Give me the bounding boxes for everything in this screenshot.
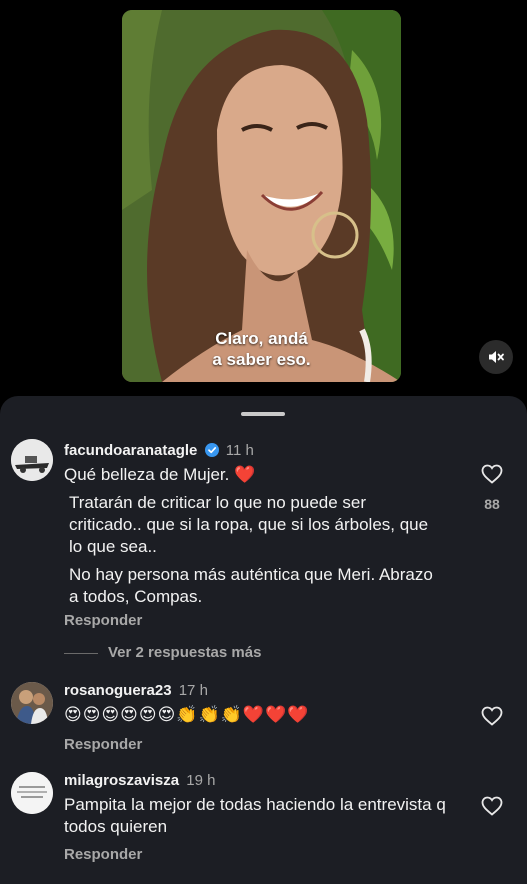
caption-line-2: a saber eso. <box>212 350 311 369</box>
avatar-image <box>11 682 53 724</box>
drag-handle[interactable] <box>241 412 285 416</box>
caption-line-1: Claro, andá <box>215 329 308 348</box>
like-count: 88 <box>484 496 500 512</box>
heart-icon[interactable] <box>480 704 504 728</box>
comment-text-2: Tratarán de criticar lo que no puede ser… <box>69 493 429 556</box>
comment-item: rosanoguera23 17 h 😍😍😍😍😍😍👏👏👏❤️❤️❤️ Respo… <box>0 682 527 762</box>
comment-text: 😍😍😍😍😍😍👏👏👏❤️❤️❤️ <box>64 705 310 724</box>
heart-icon[interactable] <box>480 462 504 486</box>
username[interactable]: rosanoguera23 <box>64 682 172 699</box>
comment-time: 19 h <box>186 772 216 789</box>
video-area: Claro, andá a saber eso. <box>0 0 527 394</box>
reply-button[interactable]: Responder <box>64 846 142 863</box>
video-player[interactable]: Claro, andá a saber eso. <box>122 10 401 382</box>
reply-button[interactable]: Responder <box>64 736 142 753</box>
username[interactable]: milagroszavisza <box>64 772 179 789</box>
avatar[interactable] <box>11 439 53 481</box>
comments-sheet: facundoaranatagle 11 h Qué belleza de Mu… <box>0 396 527 884</box>
username[interactable]: facundoaranatagle <box>64 442 197 459</box>
reply-button[interactable]: Responder <box>64 612 142 629</box>
view-more-replies[interactable]: Ver 2 respuestas más <box>64 644 261 661</box>
view-replies-label[interactable]: Ver 2 respuestas más <box>108 644 261 661</box>
comment-header: rosanoguera23 17 h <box>64 682 208 699</box>
verified-badge-icon <box>204 443 219 457</box>
video-frame-image <box>122 10 401 382</box>
avatar[interactable] <box>11 682 53 724</box>
avatar[interactable] <box>11 772 53 814</box>
comment-header: facundoaranatagle 11 h <box>64 442 254 459</box>
speaker-muted-icon <box>489 351 504 363</box>
comment-header: milagroszavisza 19 h <box>64 772 215 789</box>
comment-item: facundoaranatagle 11 h Qué belleza de Mu… <box>0 436 527 671</box>
comment-text: Pampita la mejor de todas haciendo la en… <box>64 795 446 836</box>
avatar-image <box>11 772 53 814</box>
comment-text-3: No hay persona más auténtica que Meri. A… <box>69 565 433 606</box>
comment-text-1: Qué belleza de Mujer. ❤️ <box>64 465 256 484</box>
comment-item: milagroszavisza 19 h Pampita la mejor de… <box>0 772 527 884</box>
heart-icon[interactable] <box>480 794 504 818</box>
mute-button[interactable] <box>479 340 513 374</box>
avatar-image <box>11 439 53 481</box>
comment-time: 17 h <box>178 682 208 699</box>
video-caption: Claro, andá a saber eso. <box>122 328 401 370</box>
comment-time: 11 h <box>225 442 254 459</box>
replies-divider <box>64 652 98 654</box>
